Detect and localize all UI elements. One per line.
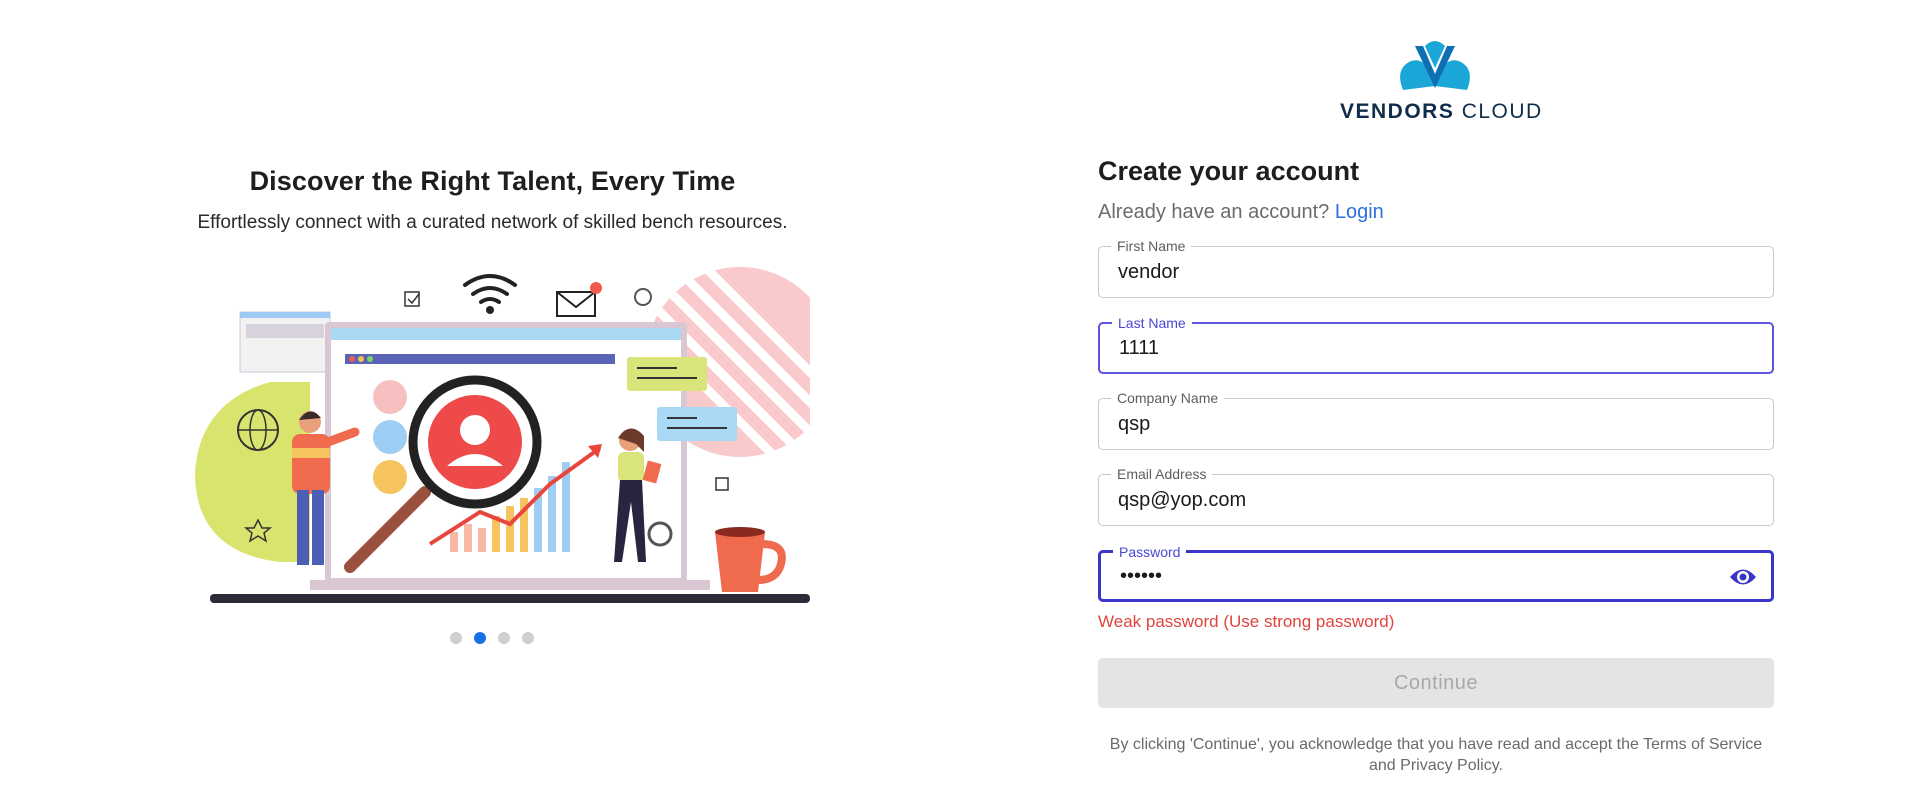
last-name-input[interactable] [1100, 324, 1772, 372]
login-prompt: Already have an account? Login [1098, 201, 1774, 224]
hero-subtitle: Effortlessly connect with a curated netw… [197, 212, 788, 233]
carousel-dot-4[interactable] [522, 632, 534, 644]
talent-search-illustration [190, 258, 835, 612]
carousel-dot-3[interactable] [498, 632, 510, 644]
continue-button[interactable]: Continue [1098, 658, 1774, 708]
brand-logo: VENDORS CLOUD [1340, 40, 1541, 135]
terms-notice: By clicking 'Continue', you acknowledge … [1109, 736, 1763, 774]
carousel-dot-1[interactable] [450, 632, 462, 644]
password-input[interactable] [1101, 553, 1771, 599]
login-link[interactable]: Login [1335, 201, 1384, 223]
last-name-field: Last Name [1098, 314, 1774, 374]
vendors-cloud-logo-icon [1400, 41, 1470, 90]
first-name-input[interactable] [1099, 247, 1773, 297]
brand-name: VENDORS CLOUD [1340, 100, 1541, 124]
form-title: Create your account [1098, 156, 1360, 186]
company-name-field: Company Name [1098, 389, 1774, 450]
carousel-dots [450, 632, 534, 644]
signup-form: Create your account Already have an acco… [1098, 156, 1774, 776]
first-name-field: First Name [1098, 237, 1774, 298]
email-input[interactable] [1099, 475, 1773, 525]
password-error: Weak password (Use strong password) [1098, 612, 1395, 631]
hero-panel: Discover the Right Talent, Every Time Ef… [0, 0, 985, 800]
password-field: Password [1098, 543, 1774, 602]
hero-title: Discover the Right Talent, Every Time [249, 166, 736, 196]
email-field: Email Address [1098, 465, 1774, 526]
brand-name-bold: VENDORS [1340, 100, 1455, 123]
brand-name-light: CLOUD [1461, 100, 1543, 123]
carousel-dot-2[interactable] [474, 632, 486, 644]
company-name-input[interactable] [1099, 399, 1773, 449]
eye-icon[interactable] [1729, 566, 1757, 588]
login-prompt-text: Already have an account? [1098, 201, 1330, 223]
